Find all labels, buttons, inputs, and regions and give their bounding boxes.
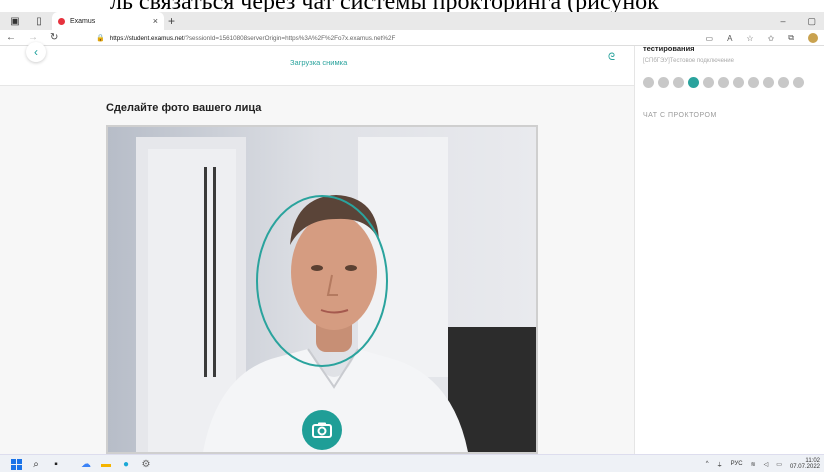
exam-page: ‹ Загрузка снимка ᘓ Сделайте фото вашего… xyxy=(0,42,634,454)
take-photo-button[interactable] xyxy=(302,410,342,450)
page-topbar: ‹ Загрузка снимка ᘓ xyxy=(0,42,634,86)
start-icon[interactable] xyxy=(10,458,22,470)
task-view-icon[interactable]: ▪ xyxy=(50,458,62,470)
settings-icon[interactable]: ⚙ xyxy=(140,458,152,470)
volume-icon[interactable]: ◁ xyxy=(764,461,769,468)
check-step-icon[interactable] xyxy=(673,77,684,88)
new-tab-button[interactable]: + xyxy=(168,12,175,30)
webcam-image xyxy=(108,127,536,452)
tab-close-icon[interactable]: × xyxy=(153,16,158,26)
read-aloud-icon[interactable]: A xyxy=(727,34,732,43)
check-step-icon[interactable] xyxy=(688,77,699,88)
camera-preview xyxy=(106,125,538,454)
maximize-button[interactable]: ▢ xyxy=(807,16,816,27)
steps-icon[interactable]: ᘓ xyxy=(608,52,615,63)
url-host: https://student.examus.net xyxy=(109,34,184,42)
document-text: ль связаться через чат системы прокторин… xyxy=(110,0,659,12)
file-explorer-icon[interactable]: ▬ xyxy=(100,458,112,470)
address-bar-row: ← → ↻ 🔒 https://student.examus.net /?ses… xyxy=(0,30,824,46)
url-path: /?sessionId=15610808serverOrigin=https%3… xyxy=(183,34,396,42)
check-step-icon[interactable] xyxy=(748,77,759,88)
check-step-icon[interactable] xyxy=(703,77,714,88)
check-step-icon[interactable] xyxy=(763,77,774,88)
page-title: Сделайте фото вашего лица xyxy=(106,102,262,114)
reader-icon[interactable]: ▭ xyxy=(706,34,714,43)
check-steps xyxy=(643,77,804,88)
profile-avatar[interactable] xyxy=(808,33,818,43)
back-button[interactable]: ‹ xyxy=(26,42,46,62)
document-text-strip: ль связаться через чат системы прокторин… xyxy=(0,0,824,12)
favorites-list-icon[interactable]: ✩ xyxy=(768,34,775,43)
minimize-button[interactable]: – xyxy=(780,16,785,26)
collections-icon[interactable]: ⧉ xyxy=(788,33,794,43)
check-step-icon[interactable] xyxy=(793,77,804,88)
nav-buttons: ← → ↻ xyxy=(0,32,92,43)
language-indicator[interactable]: РУС xyxy=(731,461,743,467)
clock-date: 07.07.2022 xyxy=(789,464,820,470)
sidebar-title: тестирования xyxy=(643,44,695,53)
tab-title: Examus xyxy=(70,17,96,25)
check-step-icon[interactable] xyxy=(733,77,744,88)
edge-icon[interactable]: ● xyxy=(120,458,132,470)
workspaces-icon[interactable]: ▯ xyxy=(30,12,48,30)
window-controls: – ▢ xyxy=(780,12,816,30)
camera-icon xyxy=(312,422,332,438)
browser-tab-bar: ▣ ▯ Examus × + – ▢ xyxy=(0,12,824,30)
check-step-icon[interactable] xyxy=(718,77,729,88)
system-tray: ^ ⏚ РУС ≋ ◁ ▭ 11:02 07.07.2022 xyxy=(706,458,824,470)
tab-examus[interactable]: Examus × xyxy=(52,12,164,30)
search-icon[interactable]: ⌕ xyxy=(30,458,42,470)
favorite-icon[interactable]: ☆ xyxy=(746,34,753,43)
check-step-icon[interactable] xyxy=(778,77,789,88)
check-step-icon[interactable] xyxy=(643,77,654,88)
usb-icon[interactable]: ⏚ xyxy=(717,460,723,469)
chat-header: ЧАТ С ПРОКТОРОМ xyxy=(643,112,717,119)
widgets-icon[interactable]: ☁ xyxy=(80,458,92,470)
url-field[interactable]: 🔒 https://student.examus.net /?sessionId… xyxy=(96,32,395,44)
windows-taskbar: ⌕ ▪ ☁ ▬ ● ⚙ ^ ⏚ РУС ≋ ◁ ▭ 11:02 07.07.20… xyxy=(0,454,824,472)
check-step-icon[interactable] xyxy=(658,77,669,88)
proctor-sidebar: тестирования [СПбГЭУ]Тестовое подключени… xyxy=(634,44,824,454)
browser-toolbar: ▭ A ☆ ✩ ⧉ xyxy=(706,30,818,46)
chevron-up-icon[interactable]: ^ xyxy=(706,461,709,467)
battery-icon[interactable]: ▭ xyxy=(776,461,782,468)
step-label: Загрузка снимка xyxy=(290,58,348,67)
examus-favicon-icon xyxy=(58,17,65,25)
tab-actions-icon[interactable]: ▣ xyxy=(6,12,24,30)
clock[interactable]: 11:02 07.07.2022 xyxy=(790,458,820,470)
wifi-icon[interactable]: ≋ xyxy=(751,461,756,468)
sidebar-subtitle: [СПбГЭУ]Тестовое подключение xyxy=(643,58,734,64)
lock-icon: 🔒 xyxy=(96,35,105,42)
back-arrow-icon[interactable]: ← xyxy=(6,32,16,43)
reload-icon[interactable]: ↻ xyxy=(50,32,58,43)
